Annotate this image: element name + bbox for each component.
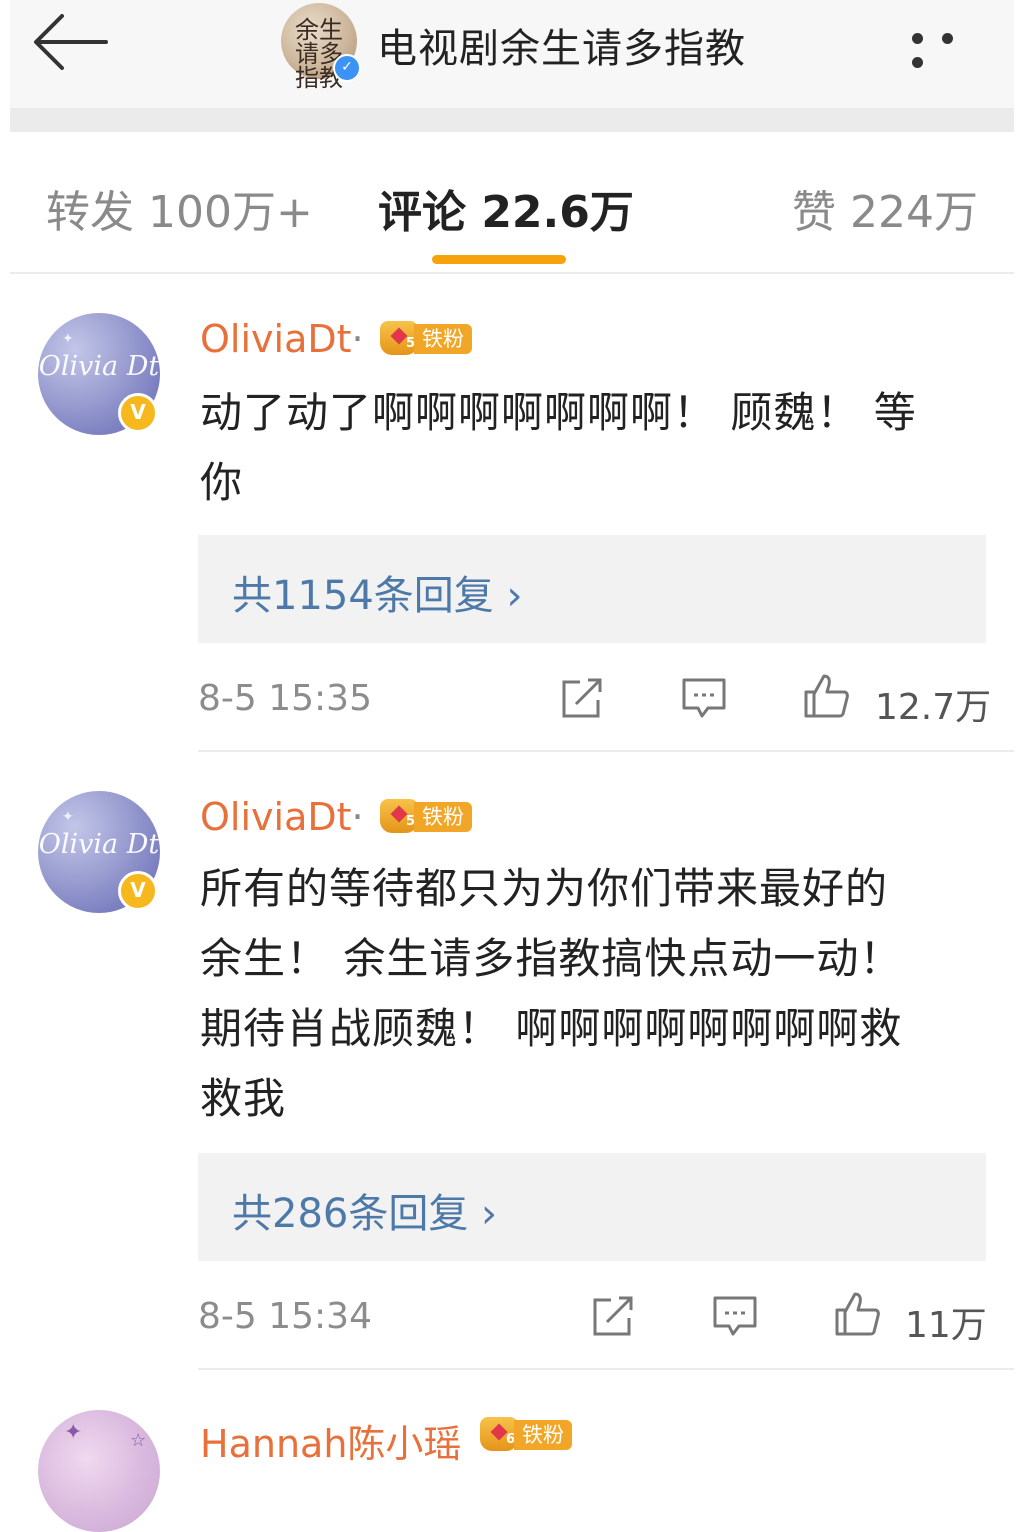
back-arrow-icon[interactable] xyxy=(30,8,110,72)
comment-divider xyxy=(198,750,1014,752)
comment-line: 动了动了啊啊啊啊啊啊啊！ 顾魏！ 等 xyxy=(200,388,917,437)
page-title[interactable]: 电视剧余生请多指教 xyxy=(377,16,746,74)
comment-timestamp: 8-5 15:35 xyxy=(198,678,372,719)
comment-line: 期待肖战顾魏！ 啊啊啊啊啊啊啊啊救 xyxy=(200,1004,903,1053)
crown-icon: 5 xyxy=(380,321,418,355)
fan-tag-label: 铁粉 xyxy=(514,1420,572,1450)
crown-icon: 5 xyxy=(380,799,418,833)
like-thumb-icon[interactable] xyxy=(833,1290,881,1338)
comment-username[interactable]: OliviaDt· xyxy=(200,317,364,361)
fan-tag-label: 铁粉 xyxy=(414,324,472,354)
share-icon[interactable] xyxy=(558,674,606,722)
comment-divider xyxy=(198,1368,1014,1370)
verified-gold-icon: V xyxy=(118,393,158,433)
comment-line: 你 xyxy=(200,458,244,507)
comment-line: 救我 xyxy=(200,1074,287,1123)
like-count: 12.7万 xyxy=(875,687,992,728)
like-count: 11万 xyxy=(905,1305,987,1346)
tabs-divider xyxy=(10,272,1014,274)
comment-text: 所有的等待都只为为你们带来最好的 余生！ 余生请多指教搞快点动一动！ 期待肖战顾… xyxy=(200,854,990,1134)
verified-gold-icon: V xyxy=(118,871,158,911)
star-icon: ☆ xyxy=(130,1430,147,1451)
sparkle-icon: ✦ xyxy=(64,1420,83,1445)
comment-text: 动了动了啊啊啊啊啊啊啊！ 顾魏！ 等 你 xyxy=(200,378,990,518)
comment-username[interactable]: OliviaDt· xyxy=(200,795,364,839)
top-bar-separator xyxy=(10,108,1014,132)
more-options-icon[interactable] xyxy=(912,24,992,68)
avatar-text: Olivia Dt xyxy=(38,829,160,860)
view-replies-button[interactable]: 共1154条回复 › xyxy=(198,535,986,643)
sparkle-icon: ✦ xyxy=(62,809,74,825)
tab-likes[interactable]: 赞 224万 xyxy=(792,176,978,240)
username-text: OliviaDt xyxy=(200,795,352,839)
active-tab-indicator xyxy=(432,255,566,264)
tab-comments[interactable]: 评论 22.6万 xyxy=(378,176,634,240)
tab-repost[interactable]: 转发 100万+ xyxy=(46,176,313,240)
sparkle-icon: ✦ xyxy=(62,331,74,347)
comment-username[interactable]: Hannah陈小瑶 xyxy=(200,1413,461,1468)
view-replies-button[interactable]: 共286条回复 › xyxy=(198,1153,986,1261)
comment-icon[interactable] xyxy=(711,1292,759,1340)
username-text: OliviaDt xyxy=(200,317,352,361)
fan-tag-label: 铁粉 xyxy=(414,802,472,832)
comment-icon[interactable] xyxy=(680,674,728,722)
share-icon[interactable] xyxy=(589,1292,637,1340)
verified-blue-icon: ✓ xyxy=(333,54,361,82)
comment-line: 余生！ 余生请多指教搞快点动一动！ xyxy=(200,934,903,983)
replies-link: 共1154条回复 › xyxy=(232,573,523,619)
username-separator: · xyxy=(351,317,364,361)
like-thumb-icon[interactable] xyxy=(802,672,850,720)
commenter-avatar[interactable]: ✦ ☆ xyxy=(38,1410,160,1532)
comment-line: 所有的等待都只为为你们带来最好的 xyxy=(200,864,889,913)
crown-icon: 6 xyxy=(480,1417,518,1451)
comment-timestamp: 8-5 15:34 xyxy=(198,1296,372,1337)
replies-link: 共286条回复 › xyxy=(232,1191,498,1237)
avatar-text: Olivia Dt xyxy=(38,351,160,382)
username-separator: · xyxy=(351,795,364,839)
